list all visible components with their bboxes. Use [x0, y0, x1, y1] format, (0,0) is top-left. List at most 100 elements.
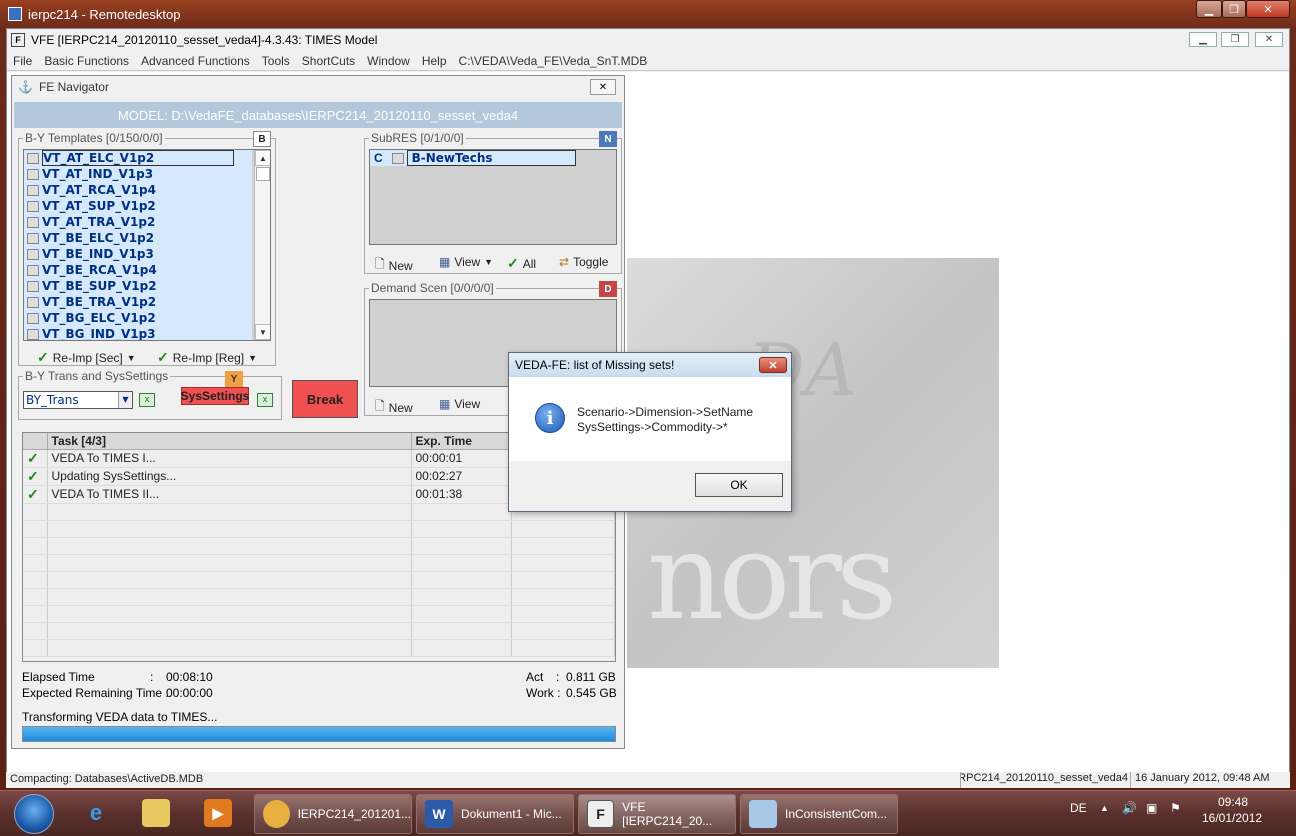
reimp-reg-button[interactable]: ✓ Re-Imp [Reg] ▼	[157, 349, 257, 366]
template-checkbox[interactable]	[27, 328, 39, 340]
by-trans-select[interactable]: BY_Trans ▼	[23, 391, 133, 409]
dropdown-arrow-icon[interactable]: ▼	[118, 392, 132, 408]
clock-date[interactable]: 16/01/2012	[1202, 811, 1262, 825]
scroll-up-arrow-icon[interactable]: ▲	[255, 150, 270, 166]
task-name-cell: Updating SysSettings...	[47, 467, 412, 486]
menu-file[interactable]: File	[7, 54, 38, 68]
template-checkbox[interactable]	[27, 248, 39, 260]
template-checkbox[interactable]	[27, 232, 39, 244]
template-row[interactable]: VT_BG_ELC_V1p2	[24, 310, 252, 326]
tray-expand-icon[interactable]: ▲	[1100, 803, 1109, 813]
menu-db-path: C:\VEDA\Veda_FE\Veda_SnT.MDB	[458, 53, 648, 68]
menu-window[interactable]: Window	[361, 54, 416, 68]
task-name-cell	[47, 622, 412, 640]
subres-row[interactable]: C B-NewTechs	[370, 150, 576, 166]
syssettings-button[interactable]: SysSettings	[181, 387, 249, 405]
vfe-restore-button[interactable]: ❐	[1221, 32, 1249, 47]
break-button[interactable]: Break	[292, 380, 358, 418]
task-time-cell	[411, 571, 512, 589]
dropdown-arrow-icon: ▼	[248, 352, 258, 363]
y-tag[interactable]: Y	[225, 371, 243, 387]
template-row[interactable]: VT_BE_IND_V1p3	[24, 246, 252, 262]
template-row[interactable]: VT_AT_IND_V1p3	[24, 166, 252, 182]
template-checkbox[interactable]	[27, 296, 39, 308]
media-player-icon[interactable]: ▶	[204, 799, 232, 827]
internet-explorer-icon[interactable]: e	[82, 799, 110, 827]
subres-checkbox[interactable]	[391, 152, 404, 164]
network-icon[interactable]: ▣	[1146, 801, 1157, 815]
elapsed-value: 00:08:10	[166, 670, 213, 684]
by-templates-list[interactable]: VT_AT_ELC_V1p2 VT_AT_IND_V1p3 VT_AT_RCA_V1…	[23, 149, 271, 341]
explorer-folder-icon[interactable]	[142, 799, 170, 827]
scroll-thumb[interactable]	[256, 167, 270, 181]
task-col-header: Task [4/3]	[47, 433, 412, 450]
template-checkbox[interactable]	[27, 184, 39, 196]
task-status-cell	[23, 554, 48, 572]
vfe-close-button[interactable]: ✕	[1255, 32, 1283, 47]
reimp-sec-button[interactable]: ✓ Re-Imp [Sec] ▼	[37, 349, 136, 366]
rd-close-button[interactable]: ✕	[1246, 0, 1290, 18]
task-time-cell	[411, 503, 512, 521]
template-name: VT_BE_SUP_V1p2	[42, 279, 157, 293]
taskbar-item-2[interactable]: W Dokument1 - Mic...	[416, 794, 574, 834]
rd-minimize-button[interactable]: ▁	[1196, 0, 1222, 18]
subres-toggle-button[interactable]: ⇄ Toggle	[559, 255, 608, 269]
ok-button[interactable]: OK	[695, 473, 783, 497]
subres-tag[interactable]: N	[599, 131, 617, 147]
template-row[interactable]: VT_BE_TRA_V1p2	[24, 294, 252, 310]
remote-desktop-title: ierpc214 - Remotedesktop	[8, 4, 180, 24]
start-button[interactable]	[14, 794, 54, 834]
template-checkbox[interactable]	[27, 312, 39, 324]
template-row[interactable]: VT_BE_RCA_V1p4	[24, 262, 252, 278]
new-page-icon: 🗋	[375, 257, 385, 271]
subres-view-button[interactable]: ▦ View ▼	[439, 255, 493, 269]
menu-tools[interactable]: Tools	[256, 54, 296, 68]
task-name-cell: VEDA To TIMES I...	[47, 449, 412, 468]
taskbar-item-4[interactable]: InConsistentCom...	[740, 794, 898, 834]
template-row[interactable]: VT_AT_RCA_V1p4	[24, 182, 252, 198]
toggle-icon: ⇄	[559, 255, 570, 269]
template-row[interactable]: VT_AT_ELC_V1p2	[24, 150, 252, 166]
menu-advanced-functions[interactable]: Advanced Functions	[135, 54, 256, 68]
rd-restore-button[interactable]: ❐	[1222, 0, 1246, 18]
excel-icon[interactable]: x	[139, 393, 155, 407]
template-checkbox[interactable]	[27, 216, 39, 228]
template-checkbox[interactable]	[27, 168, 39, 180]
templates-scrollbar[interactable]: ▲ ▼	[254, 150, 270, 340]
language-indicator[interactable]: DE	[1070, 801, 1087, 815]
demand-new-button[interactable]: 🗋 New	[375, 397, 413, 418]
menu-help[interactable]: Help	[416, 54, 453, 68]
subres-new-button[interactable]: 🗋 New	[375, 255, 413, 276]
template-row[interactable]: VT_BE_SUP_V1p2	[24, 278, 252, 294]
template-checkbox[interactable]	[27, 152, 39, 164]
task-extra-cell	[511, 571, 615, 589]
template-row[interactable]: VT_AT_TRA_V1p2	[24, 214, 252, 230]
volume-icon[interactable]: 🔊	[1122, 801, 1137, 815]
clock-time[interactable]: 09:48	[1218, 795, 1248, 809]
menu-basic-functions[interactable]: Basic Functions	[38, 54, 135, 68]
vfe-minimize-button[interactable]: ▁	[1189, 32, 1217, 47]
flag-icon[interactable]: ⚑	[1170, 801, 1181, 815]
template-checkbox[interactable]	[27, 264, 39, 276]
demand-view-button[interactable]: ▦ View	[439, 397, 480, 411]
taskbar-item-3[interactable]: F VFE [IERPC214_20...	[578, 794, 736, 834]
work-value: 0.545 GB	[566, 686, 617, 700]
taskbar-item-1[interactable]: IERPC214_201201...	[254, 794, 412, 834]
navigator-close-button[interactable]: ✕	[590, 79, 616, 95]
template-row[interactable]: VT_BE_ELC_V1p2	[24, 230, 252, 246]
template-checkbox[interactable]	[27, 280, 39, 292]
excel-icon[interactable]: x	[257, 393, 273, 407]
scroll-down-arrow-icon[interactable]: ▼	[255, 324, 270, 340]
dialog-close-button[interactable]: ✕	[759, 357, 787, 373]
demand-tag[interactable]: D	[599, 281, 617, 297]
template-row[interactable]: VT_BG_IND_V1p3	[24, 326, 252, 340]
by-templates-tag[interactable]: B	[253, 131, 271, 147]
subres-list[interactable]: C B-NewTechs	[369, 149, 617, 245]
time-col-header: Exp. Time	[411, 433, 512, 450]
menu-shortcuts[interactable]: ShortCuts	[296, 54, 361, 68]
template-row[interactable]: VT_AT_SUP_V1p2	[24, 198, 252, 214]
subres-all-button[interactable]: ✓ All	[507, 255, 536, 272]
template-checkbox[interactable]	[27, 200, 39, 212]
colon: :	[150, 670, 154, 684]
by-templates-label: B-Y Templates [0/150/0/0]	[23, 131, 165, 145]
